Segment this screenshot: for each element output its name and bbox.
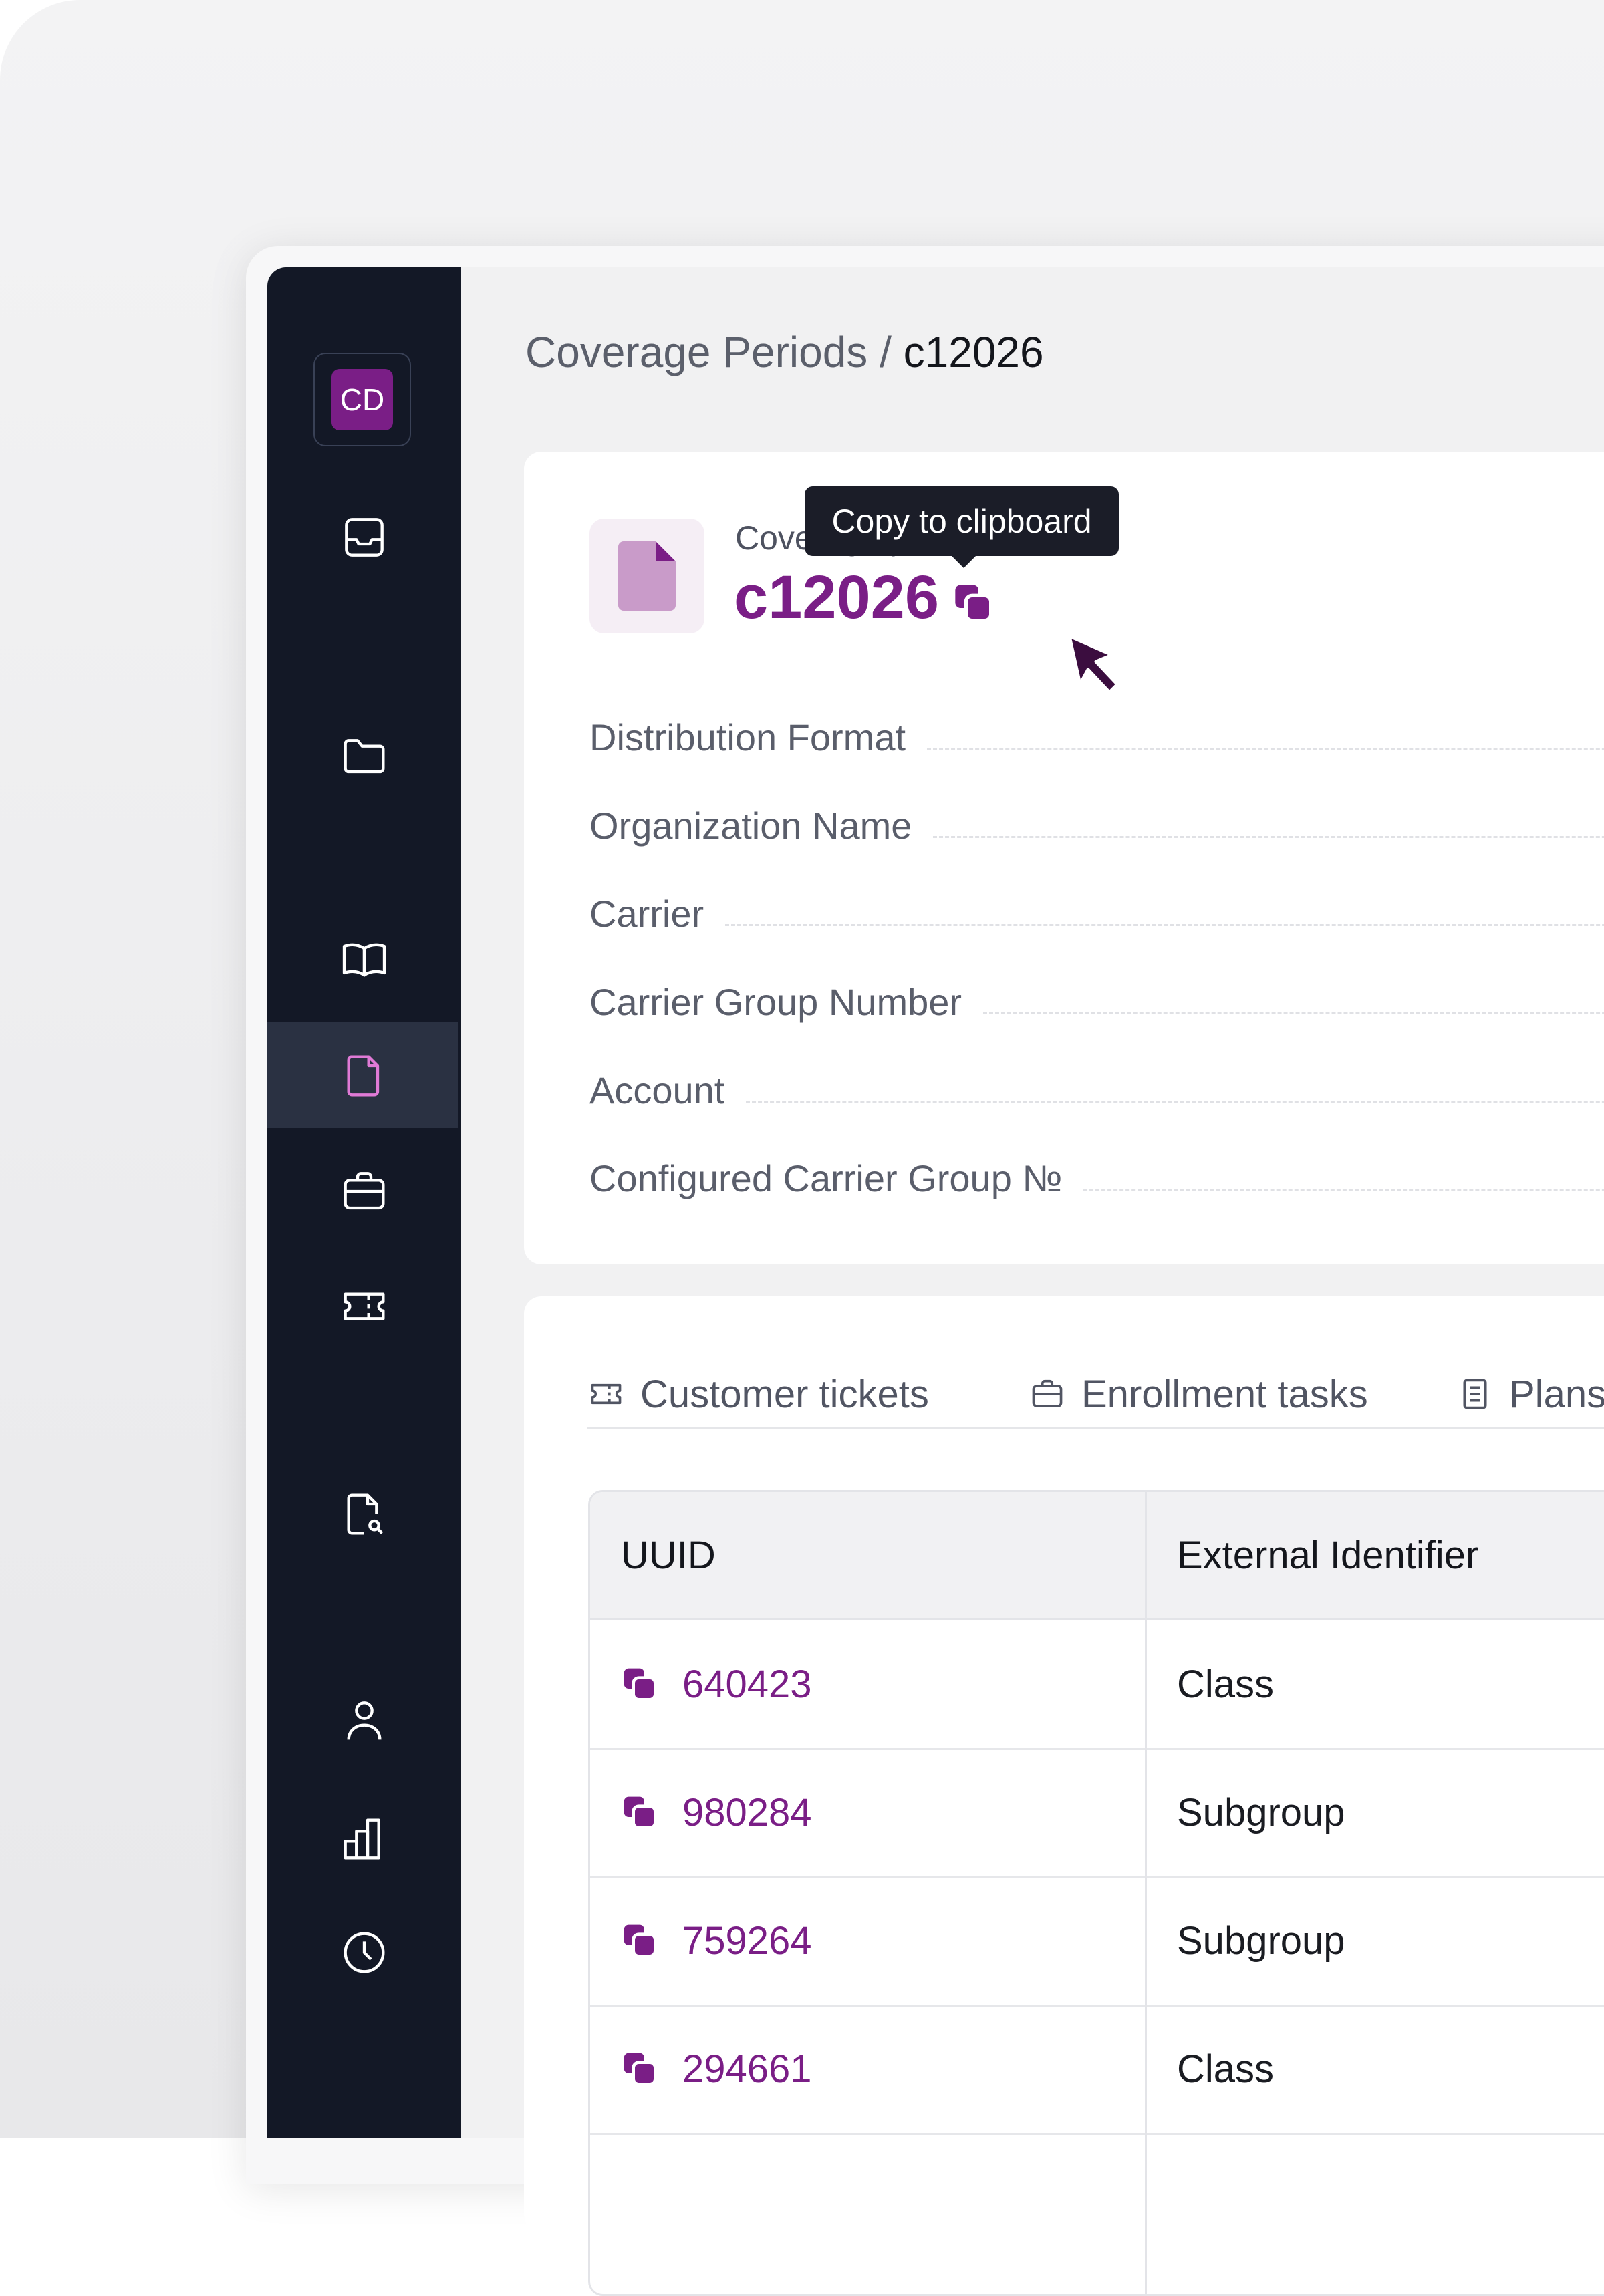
breadcrumb-current: c12026 bbox=[903, 328, 1044, 376]
table-row[interactable]: 759264 Subgroup bbox=[590, 1876, 1604, 2007]
field-configured-carrier-group: Configured Carrier Group № bbox=[589, 1153, 1604, 1200]
sidebar-item-book[interactable] bbox=[267, 933, 461, 986]
sidebar-item-profile[interactable] bbox=[267, 1694, 461, 1747]
sidebar-item-reports[interactable] bbox=[267, 1812, 461, 1866]
ticket-icon bbox=[591, 1383, 622, 1405]
uuid-cell[interactable]: 980284 bbox=[621, 1748, 812, 1876]
field-label: Carrier bbox=[589, 893, 704, 935]
table-row[interactable]: 980284 Subgroup bbox=[590, 1748, 1604, 1878]
sidebar-item-document-search[interactable] bbox=[267, 1487, 461, 1541]
field-leader bbox=[725, 924, 1604, 926]
external-identifier-cell: Subgroup bbox=[1177, 1918, 1345, 1963]
copy-icon bbox=[624, 2053, 657, 2086]
ticket-icon bbox=[344, 1292, 385, 1320]
external-identifier-cell: Class bbox=[1177, 1662, 1275, 1706]
tab-customer-tickets[interactable]: Customer tickets bbox=[587, 1360, 929, 1427]
tab-enrollment-tasks[interactable]: Enrollment tasks bbox=[1028, 1360, 1368, 1427]
sidebar: CD bbox=[267, 267, 461, 2138]
document-search-icon bbox=[347, 1493, 384, 1535]
workspace-switcher[interactable]: CD bbox=[313, 353, 411, 446]
field-account: Account bbox=[589, 1065, 1604, 1112]
field-leader bbox=[933, 836, 1604, 838]
field-label: Carrier Group Number bbox=[589, 981, 962, 1023]
file-icon bbox=[618, 541, 676, 611]
uuid-link[interactable]: 294661 bbox=[682, 2047, 812, 2092]
table-header: UUID External Identifier bbox=[590, 1492, 1604, 1620]
sidebar-item-enrollment[interactable] bbox=[267, 1165, 461, 1218]
sidebar-item-coverage-periods[interactable] bbox=[267, 1049, 461, 1103]
document-icon bbox=[347, 1055, 380, 1097]
column-header-external-identifier[interactable]: External Identifier bbox=[1177, 1492, 1478, 1618]
uuid-value: c12026 bbox=[734, 563, 939, 631]
copy-uuid-button[interactable] bbox=[952, 581, 994, 624]
data-table: UUID External Identifier 640423 Class 98… bbox=[588, 1490, 1604, 2296]
file-tile bbox=[589, 519, 704, 633]
sidebar-item-tickets[interactable] bbox=[267, 1280, 461, 1333]
external-identifier-cell: Class bbox=[1177, 2047, 1275, 2091]
field-leader bbox=[927, 748, 1604, 750]
sidebar-item-history[interactable] bbox=[267, 1926, 461, 1979]
copy-icon bbox=[624, 1924, 657, 1958]
field-leader bbox=[1083, 1189, 1604, 1191]
breadcrumb-parent[interactable]: Coverage Periods bbox=[525, 328, 867, 376]
uuid-link[interactable]: 980284 bbox=[682, 1790, 812, 1835]
field-label: Configured Carrier Group № bbox=[589, 1157, 1063, 1199]
table-row[interactable]: 640423 Class bbox=[590, 1620, 1604, 1750]
field-organization-name: Organization Name bbox=[589, 801, 1604, 847]
uuid-cell[interactable]: 294661 bbox=[621, 2005, 812, 2133]
table-row[interactable]: 294661 Class bbox=[590, 2005, 1604, 2135]
copy-icon bbox=[955, 585, 993, 623]
field-distribution-format: Distribution Format bbox=[589, 712, 1604, 759]
tab-label: Enrollment tasks bbox=[1081, 1372, 1368, 1416]
main-content: Coverage Periods / c12026 Coverage perio… bbox=[461, 267, 1604, 2296]
field-label: Distribution Format bbox=[589, 716, 906, 758]
document-list-icon bbox=[1463, 1379, 1487, 1409]
clock-icon bbox=[344, 1932, 385, 1973]
field-carrier: Carrier bbox=[589, 889, 1604, 936]
uuid-link[interactable]: 640423 bbox=[682, 1662, 812, 1707]
copy-tooltip: Copy to clipboard bbox=[805, 486, 1119, 568]
tab-plans[interactable]: Plans bbox=[1456, 1360, 1604, 1427]
field-leader bbox=[746, 1101, 1604, 1103]
workspace-logo: CD bbox=[331, 369, 393, 430]
column-divider bbox=[1145, 1492, 1147, 2294]
breadcrumb: Coverage Periods / c12026 bbox=[525, 327, 1044, 377]
mouse-cursor-icon bbox=[1067, 634, 1119, 694]
inbox-icon bbox=[345, 518, 384, 557]
details-card: Coverage period UUID c12026 Copy to clip… bbox=[524, 452, 1604, 1264]
copy-icon bbox=[624, 1668, 657, 1701]
related-card: Customer tickets Enrollment tasks Plans … bbox=[524, 1296, 1604, 2296]
tab-label: Plans bbox=[1509, 1372, 1604, 1416]
column-header-uuid[interactable]: UUID bbox=[621, 1492, 716, 1618]
briefcase-icon bbox=[344, 1172, 385, 1210]
user-icon bbox=[347, 1701, 382, 1740]
external-identifier-cell: Subgroup bbox=[1177, 1790, 1345, 1834]
copy-icon bbox=[624, 1796, 657, 1830]
tab-label: Customer tickets bbox=[640, 1372, 929, 1416]
field-label: Organization Name bbox=[589, 805, 912, 847]
uuid-link[interactable]: 759264 bbox=[682, 1918, 812, 1963]
sidebar-item-folder[interactable] bbox=[267, 728, 461, 782]
uuid-cell[interactable]: 759264 bbox=[621, 1876, 812, 2005]
tab-bar: Customer tickets Enrollment tasks Plans bbox=[587, 1360, 1604, 1429]
book-icon bbox=[342, 943, 386, 977]
breadcrumb-separator: / bbox=[867, 328, 904, 376]
field-leader bbox=[983, 1012, 1604, 1014]
field-label: Account bbox=[589, 1069, 725, 1111]
uuid-cell[interactable]: 640423 bbox=[621, 1620, 812, 1748]
field-carrier-group-number: Carrier Group Number bbox=[589, 977, 1604, 1024]
briefcase-icon bbox=[1032, 1379, 1063, 1407]
folder-icon bbox=[344, 739, 385, 774]
sidebar-item-inbox[interactable] bbox=[267, 511, 461, 564]
bar-chart-icon bbox=[344, 1818, 380, 1860]
